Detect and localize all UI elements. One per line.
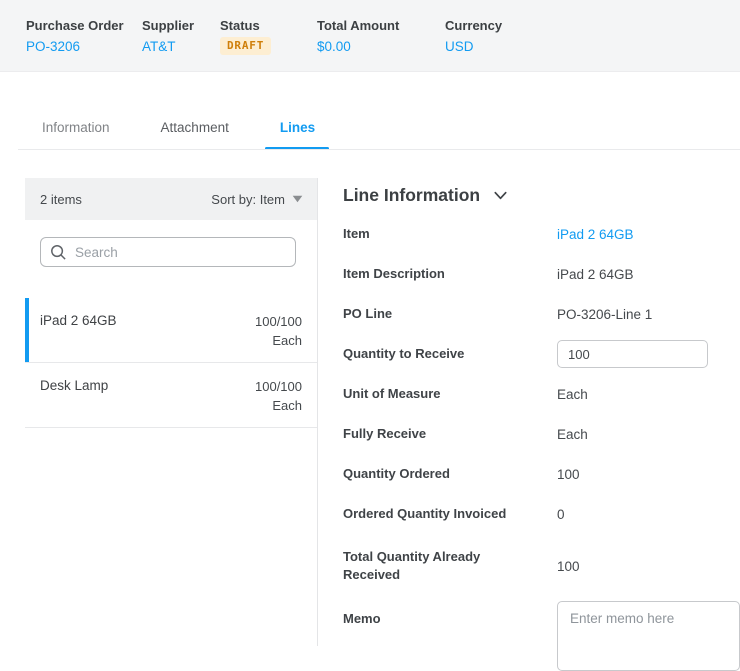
- field-value: iPad 2 64GB: [557, 267, 634, 282]
- field-value: 100: [557, 467, 580, 482]
- line-information-fields: Item iPad 2 64GB Item Description iPad 2…: [343, 214, 740, 671]
- line-information-title: Line Information: [343, 185, 480, 206]
- lines-list-header: 2 items Sort by: Item: [25, 178, 317, 220]
- field-row-unit-of-measure: Unit of Measure Each: [343, 374, 740, 414]
- field-label: Fully Receive: [343, 425, 557, 443]
- quantity-to-receive-input[interactable]: [557, 340, 708, 368]
- field-row-memo: Memo: [343, 598, 740, 671]
- field-row-po-line: PO Line PO-3206-Line 1: [343, 294, 740, 334]
- po-summary-header: Purchase Order PO-3206 Supplier AT&T Sta…: [0, 0, 740, 72]
- currency-label: Currency: [445, 18, 502, 33]
- field-value: Each: [557, 427, 588, 442]
- sort-by-label: Sort by: Item: [211, 192, 285, 207]
- field-label: Item Description: [343, 265, 557, 283]
- search-input[interactable]: [75, 245, 286, 260]
- field-label: Ordered Quantity Invoiced: [343, 505, 557, 523]
- line-information-header[interactable]: Line Information: [343, 185, 740, 206]
- field-row-ordered-quantity-invoiced: Ordered Quantity Invoiced 0: [343, 494, 740, 534]
- header-field-status: Status DRAFT: [220, 18, 271, 55]
- purchase-order-value[interactable]: PO-3206: [26, 39, 124, 54]
- field-row-quantity-to-receive: Quantity to Receive: [343, 334, 740, 374]
- item-name: Desk Lamp: [40, 377, 108, 427]
- search-icon: [50, 244, 67, 261]
- item-link[interactable]: iPad 2 64GB: [557, 227, 634, 242]
- total-amount-label: Total Amount: [317, 18, 399, 33]
- item-uom: Each: [272, 333, 302, 348]
- supplier-value[interactable]: AT&T: [142, 39, 194, 54]
- field-label: Quantity Ordered: [343, 465, 557, 483]
- currency-value[interactable]: USD: [445, 39, 502, 54]
- items-count: 2 items: [40, 192, 82, 207]
- chevron-down-icon: [492, 187, 509, 204]
- purchase-order-label: Purchase Order: [26, 18, 124, 33]
- header-field-total-amount: Total Amount $0.00: [317, 18, 399, 54]
- field-label: Item: [343, 225, 557, 243]
- field-value: Each: [557, 387, 588, 402]
- memo-textarea[interactable]: [557, 601, 740, 671]
- total-amount-value[interactable]: $0.00: [317, 39, 399, 54]
- tab-bar: Information Attachment Lines: [42, 112, 315, 150]
- line-information-panel: Line Information Item iPad 2 64GB Item D…: [343, 178, 740, 671]
- search-box: [40, 237, 296, 267]
- field-label: Total Quantity Already Received: [343, 548, 557, 584]
- field-row-item-description: Item Description iPad 2 64GB: [343, 254, 740, 294]
- list-item-desk-lamp[interactable]: Desk Lamp 100/100 Each: [25, 363, 317, 428]
- item-uom: Each: [272, 398, 302, 413]
- field-label: Unit of Measure: [343, 385, 557, 403]
- status-label: Status: [220, 18, 271, 33]
- field-row-fully-receive: Fully Receive Each: [343, 414, 740, 454]
- header-field-supplier: Supplier AT&T: [142, 18, 194, 54]
- line-item-list: iPad 2 64GB 100/100 Each Desk Lamp 100/1…: [25, 298, 317, 428]
- item-quantity: 100/100 Each: [255, 312, 302, 362]
- lines-list-panel: 2 items Sort by: Item iPad 2 64GB 100/10…: [25, 178, 318, 646]
- tab-lines[interactable]: Lines: [280, 112, 315, 150]
- tab-information[interactable]: Information: [42, 112, 110, 150]
- item-qty-fraction: 100/100: [255, 314, 302, 329]
- header-field-currency: Currency USD: [445, 18, 502, 54]
- field-value: 100: [557, 559, 580, 574]
- header-field-purchase-order: Purchase Order PO-3206: [26, 18, 124, 54]
- tab-bar-divider: [18, 149, 740, 150]
- field-row-quantity-ordered: Quantity Ordered 100: [343, 454, 740, 494]
- field-value: PO-3206-Line 1: [557, 307, 652, 322]
- item-qty-fraction: 100/100: [255, 379, 302, 394]
- sort-triangle-icon: [292, 195, 303, 203]
- field-label: PO Line: [343, 305, 557, 323]
- field-label: Quantity to Receive: [343, 345, 557, 363]
- supplier-label: Supplier: [142, 18, 194, 33]
- item-name: iPad 2 64GB: [40, 312, 117, 362]
- field-value: 0: [557, 507, 565, 522]
- field-row-item: Item iPad 2 64GB: [343, 214, 740, 254]
- status-badge: DRAFT: [220, 37, 271, 55]
- field-label: Memo: [343, 598, 557, 628]
- sort-by-button[interactable]: Sort by: Item: [211, 192, 303, 207]
- list-item-ipad[interactable]: iPad 2 64GB 100/100 Each: [25, 298, 317, 363]
- field-row-total-quantity-already-received: Total Quantity Already Received 100: [343, 534, 740, 598]
- item-quantity: 100/100 Each: [255, 377, 302, 427]
- tab-attachment[interactable]: Attachment: [161, 112, 229, 150]
